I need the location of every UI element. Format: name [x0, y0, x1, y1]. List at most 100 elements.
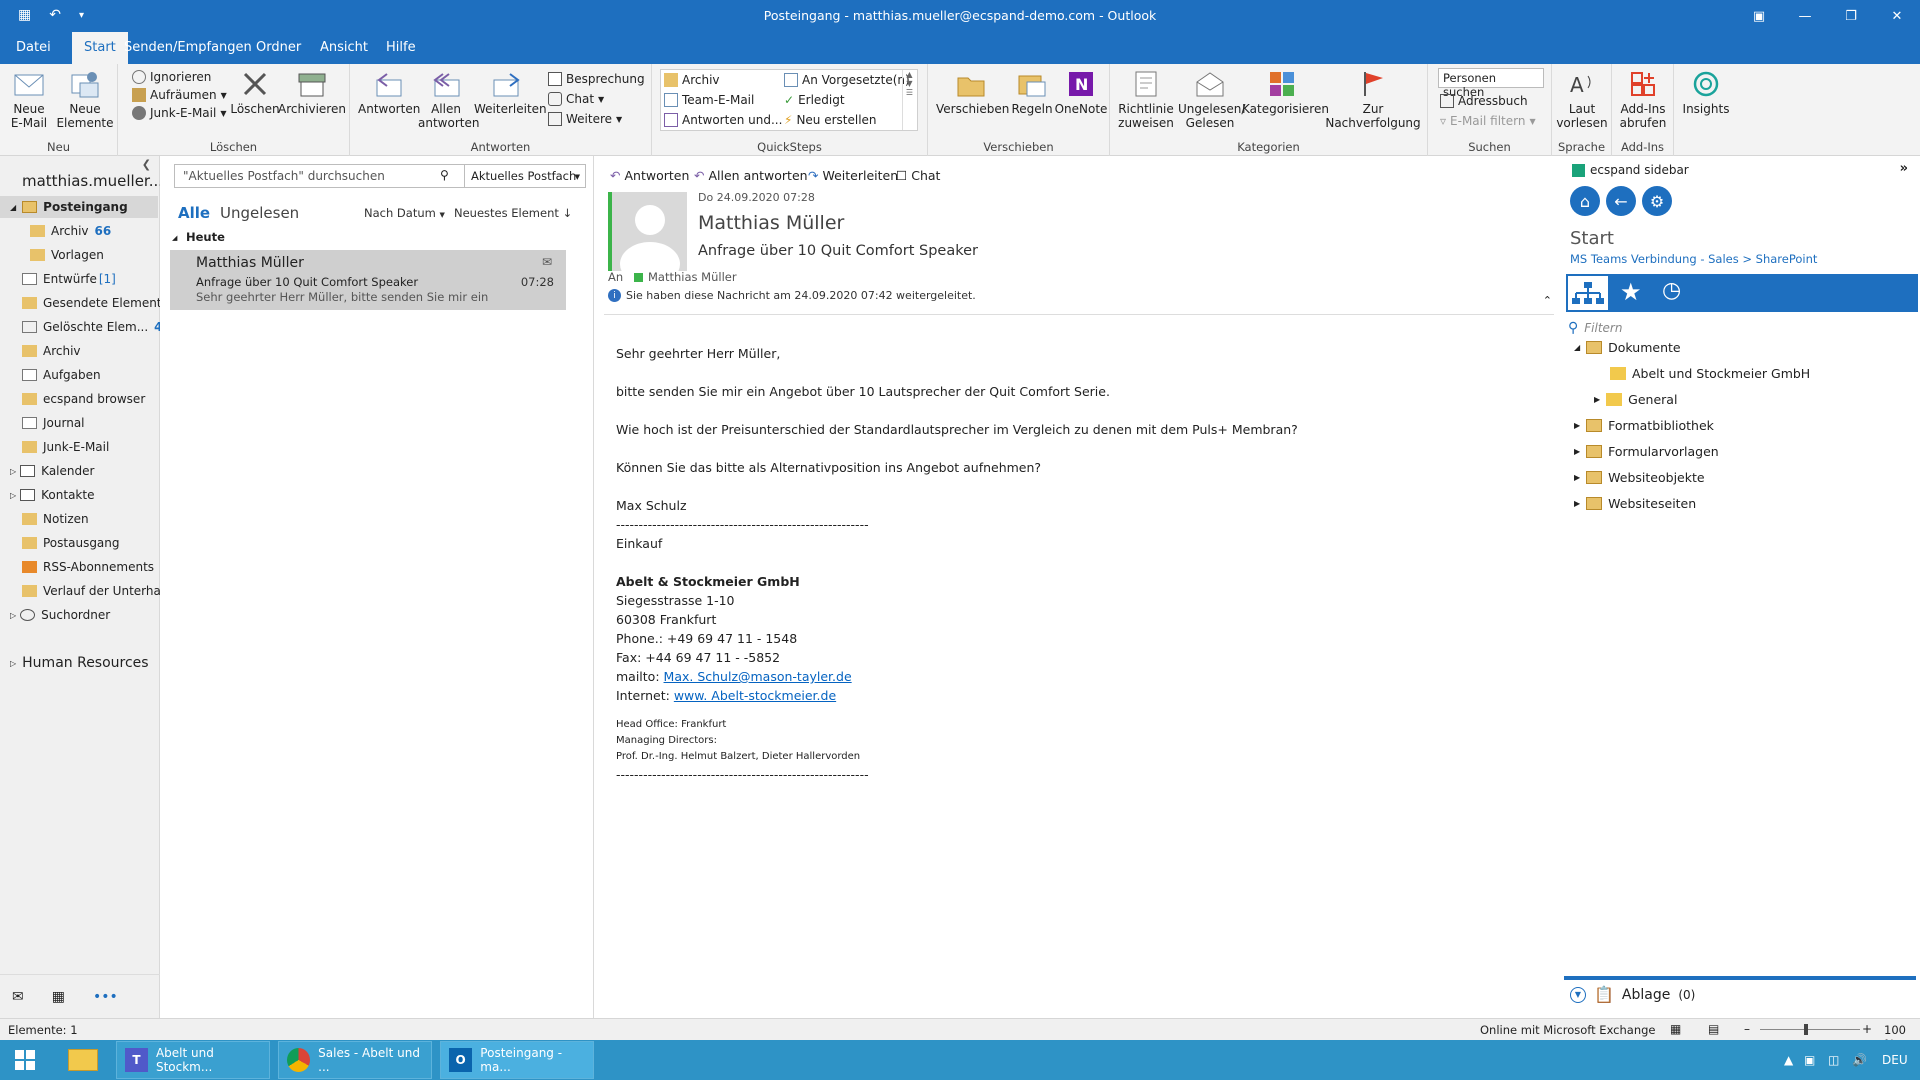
sidebar-filter-input[interactable]: ⚲ Filtern: [1568, 320, 1622, 336]
new-items-button[interactable]: Neue Elemente: [56, 68, 114, 130]
folder-posteingang[interactable]: ◢ Posteingang: [0, 196, 158, 218]
folder-verlauf[interactable]: Verlauf der Unterha...: [0, 580, 172, 602]
onenote-button[interactable]: N OneNote: [1054, 68, 1108, 116]
cleanup-button[interactable]: Aufräumen ▼: [132, 86, 227, 104]
folder-postausgang[interactable]: Postausgang: [0, 532, 158, 554]
folder-geloeschte[interactable]: Gelöschte Elem...44: [0, 316, 171, 338]
expand-icon[interactable]: ▶: [1574, 473, 1580, 482]
zoom-slider[interactable]: [1760, 1029, 1860, 1030]
meeting-button[interactable]: Besprechung: [548, 70, 645, 88]
sort-by-dropdown[interactable]: Nach Datum ▼: [364, 206, 445, 220]
ribbon-display-icon[interactable]: ▣: [1736, 0, 1782, 32]
reply-action-button[interactable]: ↶ Antworten: [610, 168, 689, 183]
rules-button[interactable]: Regeln: [1008, 68, 1056, 116]
expand-icon[interactable]: ▶: [1574, 447, 1580, 456]
expand-icon[interactable]: ▷: [10, 467, 16, 476]
quickstep-reply-delete[interactable]: Antworten und...: [664, 111, 782, 129]
quickstep-new[interactable]: ⚡ Neu erstellen: [784, 111, 877, 129]
expand-icon[interactable]: ◢: [10, 203, 16, 212]
search-input[interactable]: "Aktuelles Postfach" durchsuchen: [174, 164, 469, 188]
expand-icon[interactable]: ▶: [1574, 499, 1580, 508]
expand-icon[interactable]: ▷: [10, 659, 16, 668]
folder-kalender[interactable]: ▷ Kalender: [0, 460, 158, 482]
file-explorer-button[interactable]: [60, 1041, 108, 1079]
folder-notizen[interactable]: Notizen: [0, 508, 158, 530]
chat-button[interactable]: Chat ▼: [548, 90, 604, 108]
tree-item-websiteseiten[interactable]: ▶ Websiteseiten: [1574, 496, 1696, 511]
calendar-grid-icon[interactable]: ▦: [52, 989, 65, 1005]
folder-gesendete[interactable]: Gesendete Elemente: [0, 292, 169, 314]
reading-view-icon[interactable]: ▤: [1708, 1022, 1719, 1036]
quickstep-done[interactable]: ✓ Erledigt: [784, 91, 845, 109]
start-button[interactable]: [6, 1041, 42, 1079]
taskbar-teams[interactable]: T Abelt und Stockm...: [116, 1041, 270, 1079]
language-indicator[interactable]: DEU: [1874, 1041, 1914, 1079]
reply-all-action-button[interactable]: ↶ Allen antworten: [694, 168, 808, 183]
home-icon[interactable]: ⌂: [1570, 186, 1600, 216]
tab-senden-empfangen[interactable]: Senden/Empfangen: [112, 32, 264, 64]
website-link[interactable]: www. Abelt-stockmeier.de: [674, 688, 836, 703]
forward-button[interactable]: Weiterleiten: [474, 68, 547, 116]
folder-journal[interactable]: Journal: [0, 412, 158, 434]
sidebar-expand-icon[interactable]: »: [1900, 161, 1908, 176]
read-aloud-button[interactable]: A Laut vorlesen: [1556, 68, 1608, 130]
back-icon[interactable]: ←: [1606, 186, 1636, 216]
ignore-button[interactable]: Ignorieren: [132, 68, 211, 86]
delete-button[interactable]: Löschen: [230, 68, 280, 116]
follow-up-button[interactable]: Zur Nachverfolgung: [1322, 68, 1424, 130]
folder-kontakte[interactable]: ▷ Kontakte: [0, 484, 158, 506]
unread-read-button[interactable]: Ungelesen/ Gelesen: [1178, 68, 1245, 130]
tree-item-abelt[interactable]: Abelt und Stockmeier GmbH: [1610, 366, 1810, 381]
tree-item-websiteobjekte[interactable]: ▶ Websiteobjekte: [1574, 470, 1705, 485]
folder-archiv[interactable]: Archiv: [0, 340, 158, 362]
folder-entwuerfe[interactable]: Entwürfe [1]: [0, 268, 158, 290]
folder-ecspand-browser[interactable]: ecspand browser: [0, 388, 158, 410]
display-icon[interactable]: ◫: [1820, 1041, 1844, 1079]
sort-order-button[interactable]: Neuestes Element ↓: [454, 206, 572, 220]
more-respond-button[interactable]: Weitere ▼: [548, 110, 622, 128]
taskbar-outlook[interactable]: O Posteingang - ma...: [440, 1041, 594, 1079]
tab-hilfe[interactable]: Hilfe: [374, 32, 428, 64]
tab-datei[interactable]: Datei: [4, 32, 63, 64]
collapse-group-icon[interactable]: ◢: [172, 234, 177, 242]
expand-icon[interactable]: ▶: [1594, 395, 1600, 404]
collapse-header-icon[interactable]: ⌃: [1543, 294, 1552, 307]
folder-junk[interactable]: Junk-E-Mail: [0, 436, 158, 458]
tab-ansicht[interactable]: Ansicht: [308, 32, 380, 64]
expand-icon[interactable]: ▷: [10, 491, 16, 500]
tree-item-dokumente[interactable]: ◢ Dokumente: [1574, 340, 1681, 355]
forward-action-button[interactable]: ↷ Weiterleiten: [808, 168, 898, 183]
tab-ordner[interactable]: Ordner: [244, 32, 313, 64]
volume-icon[interactable]: 🔊: [1844, 1041, 1868, 1079]
expand-icon[interactable]: ▶: [1574, 421, 1580, 430]
network-icon[interactable]: ▣: [1796, 1041, 1820, 1079]
folder-rss[interactable]: RSS-Abonnements: [0, 556, 158, 578]
search-scope-dropdown[interactable]: Aktuelles Postfach ▼: [464, 164, 586, 188]
close-button[interactable]: ✕: [1874, 0, 1920, 32]
mail-icon[interactable]: ✉: [12, 989, 24, 1005]
table-row[interactable]: Matthias Müller Anfrage über 10 Quit Com…: [170, 250, 566, 310]
filter-unread[interactable]: Ungelesen: [220, 204, 299, 222]
tree-item-general[interactable]: ▶ General: [1594, 392, 1677, 407]
expand-icon[interactable]: ▷: [10, 611, 16, 620]
archive-button[interactable]: Archivieren: [278, 68, 346, 116]
categorize-button[interactable]: Kategorisieren: [1242, 68, 1329, 116]
restore-button[interactable]: ❐: [1828, 0, 1874, 32]
assign-policy-button[interactable]: Richtlinie zuweisen: [1114, 68, 1178, 130]
quicksteps-scroll[interactable]: ▲ ▼ ☰: [902, 70, 916, 130]
tree-item-formatbibliothek[interactable]: ▶ Formatbibliothek: [1574, 418, 1714, 433]
history-icon[interactable]: ◷: [1662, 278, 1681, 303]
more-modules-icon[interactable]: •••: [93, 989, 118, 1005]
filter-all[interactable]: Alle: [178, 204, 210, 222]
zoom-in-button[interactable]: +: [1862, 1022, 1872, 1036]
reply-all-button[interactable]: Allen antworten: [418, 68, 479, 130]
sender-name[interactable]: Matthias Müller: [698, 212, 844, 234]
mailto-link[interactable]: Max. Schulz@mason-tayler.de: [664, 669, 852, 684]
minimize-button[interactable]: —: [1782, 0, 1828, 32]
collapse-icon[interactable]: ◢: [1574, 343, 1580, 352]
folder-archiv-sub[interactable]: Archiv 66: [0, 220, 158, 242]
search-icon[interactable]: ⚲: [440, 168, 449, 182]
chat-action-button[interactable]: ☐ Chat: [896, 168, 940, 183]
normal-view-icon[interactable]: ▦: [1670, 1022, 1681, 1036]
tree-item-formularvorlagen[interactable]: ▶ Formularvorlagen: [1574, 444, 1719, 459]
